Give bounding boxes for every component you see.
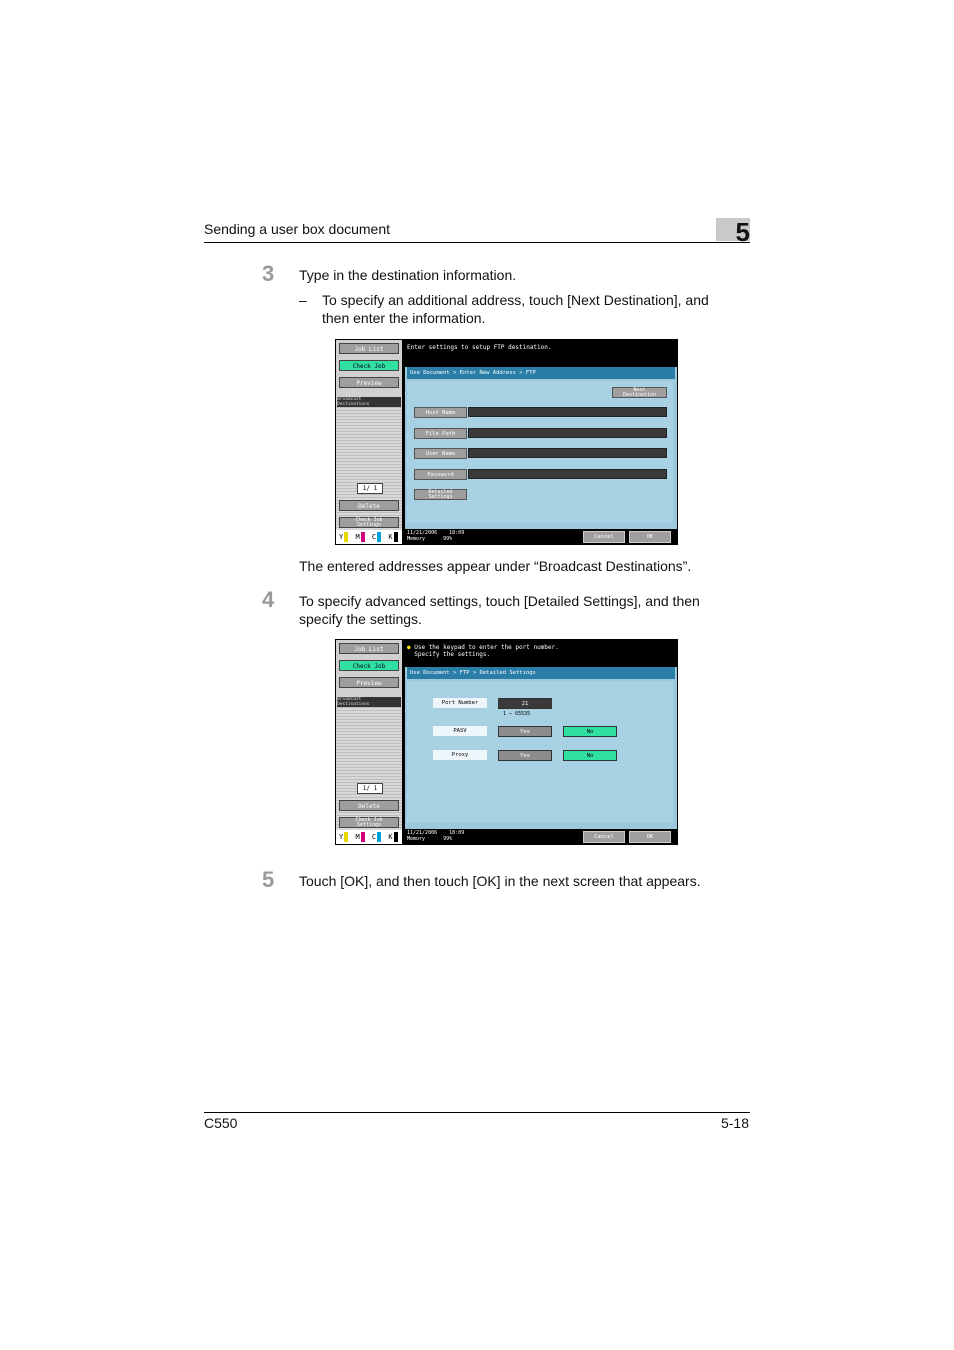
cancel-button[interactable]: Cancel: [583, 531, 625, 543]
check-job-settings-button[interactable]: Check Job Settings: [339, 817, 399, 828]
user-name-button[interactable]: User Name: [414, 448, 467, 459]
step-number-3: 3: [262, 261, 275, 286]
section-title: Sending a user box document: [204, 221, 391, 237]
password-button[interactable]: Password: [414, 469, 467, 480]
step-3-bullet-line1: To specify an additional address, touch …: [322, 292, 709, 308]
port-range: 1 – 65535: [503, 711, 531, 717]
check-job-button[interactable]: Check Job: [339, 360, 399, 371]
result-text: The entered addresses appear under “Broa…: [299, 558, 692, 574]
pager: 1/ 1: [357, 783, 383, 794]
host-name-field[interactable]: [468, 407, 667, 417]
step-4-line2: specify the settings.: [299, 611, 422, 627]
broadcast-destinations-label: Broadcast Destinations: [337, 697, 401, 707]
ftp-destination-screen: Job List Check Job Preview Broadcast Des…: [335, 339, 678, 545]
settings-panel: Use Document > Enter New Address > FTP N…: [405, 367, 677, 529]
footer-page-number: 5-18: [720, 1115, 749, 1131]
footer-rule: [204, 1112, 750, 1113]
settings-panel: Use Document > FTP > Detailed Settings P…: [405, 667, 677, 829]
port-number-field[interactable]: 21: [498, 698, 552, 709]
check-job-button[interactable]: Check Job: [339, 660, 399, 671]
lightbulb-icon: ●: [407, 644, 411, 651]
user-name-field[interactable]: [468, 448, 667, 458]
pasv-no-button[interactable]: No: [563, 726, 617, 737]
cancel-button[interactable]: Cancel: [583, 831, 625, 843]
ok-button[interactable]: OK: [629, 531, 671, 543]
breadcrumb: Use Document > Enter New Address > FTP: [407, 367, 675, 379]
pasv-label: PASV: [433, 726, 487, 736]
host-name-button[interactable]: Host Name: [414, 407, 467, 418]
header-rule: [204, 242, 750, 243]
proxy-yes-button[interactable]: Yes: [498, 750, 552, 761]
breadcrumb: Use Document > FTP > Detailed Settings: [407, 667, 675, 679]
proxy-label: Proxy: [433, 750, 487, 760]
password-field[interactable]: [468, 469, 667, 479]
status-bar: 11/21/2006 18:09 Memory 99% Cancel OK: [405, 829, 677, 845]
preview-button[interactable]: Preview: [339, 377, 399, 388]
step-5-text: Touch [OK], and then touch [OK] in the n…: [299, 873, 701, 889]
step-3-text: Type in the destination information.: [299, 267, 517, 283]
ok-button[interactable]: OK: [629, 831, 671, 843]
status-bar: 11/21/2006 18:09 Memory 99% Cancel OK: [405, 529, 677, 545]
bullet-dash: –: [299, 292, 307, 308]
step-number-5: 5: [262, 867, 275, 892]
detailed-settings-button[interactable]: Detailed Settings: [414, 489, 467, 500]
delete-button[interactable]: Delete: [339, 800, 399, 811]
file-path-field[interactable]: [468, 428, 667, 438]
step-4-line1: To specify advanced settings, touch [Det…: [299, 593, 700, 609]
delete-button[interactable]: Delete: [339, 500, 399, 511]
pager: 1/ 1: [357, 483, 383, 494]
job-list-button[interactable]: Job List: [339, 643, 399, 654]
port-number-label: Port Number: [433, 698, 487, 708]
check-job-settings-button[interactable]: Check Job Settings: [339, 517, 399, 528]
pasv-yes-button[interactable]: Yes: [498, 726, 552, 737]
detailed-settings-screen: Job List Check Job Preview Broadcast Des…: [335, 639, 678, 845]
instruction-message: Enter settings to setup FTP destination.: [405, 341, 677, 367]
broadcast-destinations-label: Broadcast Destinations: [337, 397, 401, 407]
step-3-bullet-line2: then enter the information.: [322, 310, 486, 326]
job-list-button[interactable]: Job List: [339, 343, 399, 354]
step-number-4: 4: [262, 587, 275, 612]
file-path-button[interactable]: File Path: [414, 428, 467, 439]
instruction-message: ● Use the keypad to enter the port numbe…: [405, 641, 677, 667]
footer-model: C550: [204, 1115, 238, 1131]
toner-levels: Y M C K: [336, 530, 402, 544]
proxy-no-button[interactable]: No: [563, 750, 617, 761]
next-destination-button[interactable]: Next Destination: [612, 387, 667, 398]
toner-levels: Y M C K: [336, 830, 402, 844]
preview-button[interactable]: Preview: [339, 677, 399, 688]
